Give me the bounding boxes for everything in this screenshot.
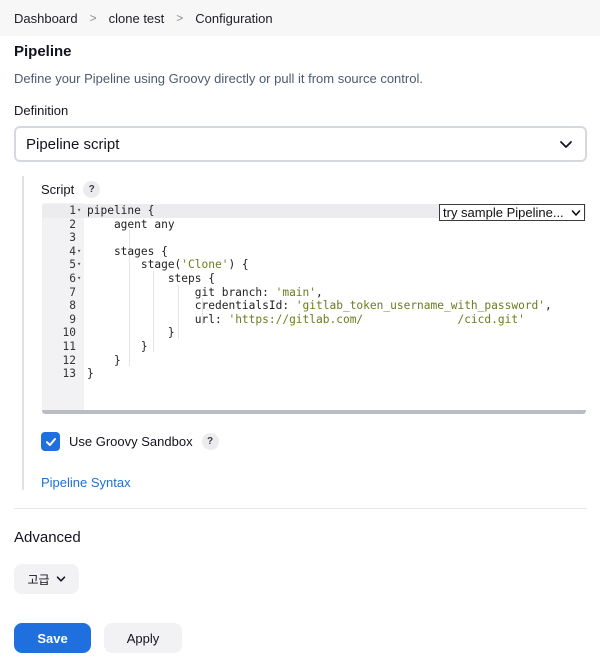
groovy-sandbox-row: Use Groovy Sandbox ? bbox=[41, 432, 219, 451]
code-line[interactable]: 7 git branch: 'main', bbox=[42, 286, 586, 300]
code-text: pipeline { bbox=[87, 204, 155, 217]
save-button[interactable]: Save bbox=[14, 623, 91, 653]
breadcrumb-clone-test[interactable]: clone test bbox=[109, 11, 165, 26]
pipeline-syntax-link[interactable]: Pipeline Syntax bbox=[41, 475, 131, 490]
line-number: 12 bbox=[62, 353, 76, 367]
script-label: Script bbox=[41, 182, 75, 197]
code-text: } bbox=[87, 353, 121, 367]
code-text: stages { bbox=[87, 244, 168, 258]
code-text: } bbox=[87, 326, 175, 340]
breadcrumb: Dashboard > clone test > Configuration bbox=[0, 0, 600, 36]
advanced-section-title: Advanced bbox=[14, 529, 81, 546]
code-text: stage('Clone') { bbox=[87, 258, 249, 272]
code-line[interactable]: 6 ▾ steps { bbox=[42, 272, 586, 286]
pipeline-description: Define your Pipeline using Groovy direct… bbox=[14, 71, 423, 86]
line-number: 1 bbox=[69, 204, 76, 217]
breadcrumb-dashboard[interactable]: Dashboard bbox=[14, 11, 78, 26]
script-editor[interactable]: 1 ▾ pipeline {2 agent any 3 4 ▾ stages {5 ▾ st… bbox=[42, 203, 586, 414]
nested-section-border bbox=[22, 176, 24, 490]
groovy-sandbox-label: Use Groovy Sandbox bbox=[69, 434, 193, 449]
code-text: } bbox=[87, 340, 148, 353]
try-sample-pipeline-label: try sample Pipeline... bbox=[443, 205, 564, 220]
code-text: } bbox=[87, 367, 94, 381]
line-number: 5 bbox=[69, 258, 76, 272]
code-line[interactable]: 8 credentialsId: 'gitlab_token_username_… bbox=[42, 299, 586, 313]
breadcrumb-configuration[interactable]: Configuration bbox=[195, 11, 272, 26]
code-text: credentialsId: 'gitlab_token_username_wi… bbox=[87, 299, 552, 313]
script-label-row: Script ? bbox=[41, 181, 101, 198]
code-line[interactable]: 3 bbox=[42, 231, 586, 245]
check-icon bbox=[45, 437, 56, 446]
fold-toggle-icon[interactable]: ▾ bbox=[77, 272, 84, 286]
fold-toggle-icon[interactable]: ▾ bbox=[77, 204, 84, 218]
line-number: 7 bbox=[69, 285, 76, 299]
code-text: agent any bbox=[87, 217, 175, 231]
line-number: 4 bbox=[69, 244, 76, 258]
code-text: url: 'https://gitlab.com/ /cicd.git' bbox=[87, 312, 525, 326]
definition-label: Definition bbox=[14, 103, 69, 118]
advanced-toggle-button[interactable]: 고급 bbox=[14, 564, 79, 594]
line-number: 6 bbox=[69, 272, 76, 285]
line-number: 10 bbox=[62, 326, 76, 340]
apply-button[interactable]: Apply bbox=[104, 623, 182, 653]
chevron-down-icon bbox=[571, 209, 581, 216]
pipeline-section-title: Pipeline bbox=[14, 43, 72, 60]
breadcrumb-separator-icon: > bbox=[176, 11, 184, 25]
advanced-toggle-label: 고급 bbox=[27, 572, 50, 587]
fold-toggle-icon[interactable]: ▾ bbox=[77, 258, 84, 272]
line-number: 9 bbox=[69, 312, 76, 326]
fold-toggle-icon[interactable]: ▾ bbox=[77, 245, 84, 259]
code-line[interactable]: 5 ▾ stage('Clone') { bbox=[42, 258, 586, 272]
code-text: steps { bbox=[87, 272, 215, 285]
groovy-sandbox-checkbox[interactable] bbox=[41, 432, 60, 451]
code-line[interactable]: 11 } bbox=[42, 340, 586, 354]
line-number: 8 bbox=[69, 299, 76, 313]
code-line[interactable]: 12 } bbox=[42, 354, 586, 368]
chevron-down-icon bbox=[56, 576, 65, 582]
code-line[interactable]: 9 url: 'https://gitlab.com/ /cicd.git' bbox=[42, 313, 586, 327]
definition-select-value: Pipeline script bbox=[26, 135, 120, 153]
line-number: 3 bbox=[69, 231, 76, 245]
editor-resize-handle[interactable] bbox=[42, 410, 586, 414]
section-divider bbox=[14, 508, 587, 509]
line-number: 2 bbox=[69, 217, 76, 231]
definition-select[interactable]: Pipeline script bbox=[14, 126, 587, 162]
breadcrumb-separator-icon: > bbox=[89, 11, 97, 25]
line-number: 13 bbox=[62, 367, 76, 381]
code-line[interactable]: 13} bbox=[42, 367, 586, 381]
sandbox-help-icon[interactable]: ? bbox=[201, 433, 219, 450]
code-text: git branch: 'main', bbox=[87, 285, 323, 299]
line-number: 11 bbox=[62, 340, 76, 353]
code-line[interactable]: 10 } bbox=[42, 326, 586, 340]
script-help-icon[interactable]: ? bbox=[83, 181, 101, 198]
chevron-down-icon bbox=[560, 141, 572, 148]
code-line[interactable]: 4 ▾ stages { bbox=[42, 245, 586, 259]
try-sample-pipeline-select[interactable]: try sample Pipeline... bbox=[439, 204, 585, 221]
